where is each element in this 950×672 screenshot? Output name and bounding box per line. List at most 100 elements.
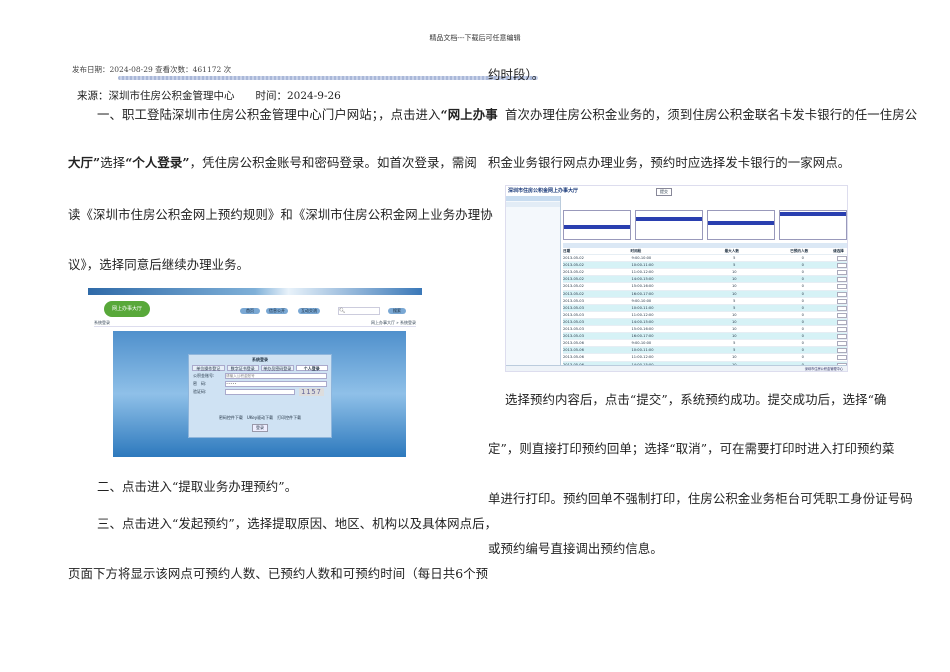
paragraph-1-line-2: 大厅”选择“个人登录”，凭住房公积金账号和密码登录。如首次登录，需阅 — [68, 153, 477, 171]
nav-home: 首页 — [240, 308, 260, 314]
select-checkbox — [837, 327, 847, 333]
breadcrumb: 系统登录 网上办事大厅 » 系统登录 — [94, 320, 416, 327]
table-row: 2013-05-06 11:00-12:00 10 0 — [563, 354, 847, 362]
cell-booked: 0 — [801, 312, 804, 317]
source-line: 来源：深圳市住房公积金管理中心 时间：2024-9-26 — [77, 90, 341, 102]
cell-booked: 0 — [801, 270, 804, 275]
paragraph-5-line-2: 定”，则直接打印预约回单；选择“取消”，可在需要打印时进入打印预约菜 — [488, 441, 895, 456]
cell-booked: 0 — [801, 305, 804, 310]
cell-time: 16:00-17:00 — [631, 334, 654, 339]
sidebar-header — [506, 196, 560, 201]
table-row: 2013-05-02 9:00-10:00 5 0 — [563, 255, 847, 263]
table-header: 日期 时间段 最大人数 已预约人数 请选择 — [563, 248, 847, 256]
table-row: 2013-05-03 9:00-10:00 5 0 — [563, 298, 847, 305]
cell-date: 2013-05-06 — [563, 348, 584, 353]
banner — [88, 288, 422, 295]
paragraph-3-line-3: 约时段）。 — [488, 67, 545, 82]
bold-text: “网上办事 — [440, 107, 498, 122]
table-body: 2013-05-02 9:00-10:00 5 0 2013-05-02 10:00-11… — [563, 255, 847, 371]
cell-time: 11:00-12:00 — [631, 355, 654, 360]
cell-date: 2013-05-06 — [563, 355, 584, 360]
select-checkbox — [837, 355, 847, 361]
cell-max: 5 — [733, 341, 736, 346]
cell-booked: 0 — [801, 341, 804, 346]
label: 公积金账号: — [193, 373, 215, 378]
paragraph-5-line-4: 或预约编号直接调出预约信息。 — [488, 541, 663, 556]
table-row: 2013-05-02 11:00-12:00 10 0 — [563, 269, 847, 277]
paragraph-1-line-4: 议》，选择同意后继续办理业务。 — [68, 257, 250, 272]
cell-time: 11:00-12:00 — [631, 270, 654, 275]
paragraph-5-line-1: 选择预约内容后，点击“提交”，系统预约成功。提交成功后，选择“确 — [505, 392, 887, 407]
cell-booked: 0 — [801, 348, 804, 353]
col-date: 日期 — [563, 249, 571, 253]
login-button: 登录 — [252, 424, 268, 432]
captcha-image: 1157 — [299, 388, 324, 396]
label: 验证码: — [193, 389, 207, 394]
publish-meta: 发布日期：2024-08-29 查看次数：461172 次 — [72, 65, 232, 74]
cell-booked: 0 — [801, 256, 804, 261]
nav-info: 信息公开 — [266, 308, 288, 314]
cell-booked: 0 — [801, 327, 804, 332]
select-checkbox — [837, 298, 847, 304]
downloads: 密码控件下载 UKey驱动下载 打印控件下载 — [218, 415, 302, 420]
cell-booked: 0 — [801, 355, 804, 360]
cell-max: 5 — [733, 263, 736, 268]
divider — [118, 76, 538, 80]
table-row: 2013-05-03 16:00-17:00 10 0 — [563, 333, 847, 341]
select-checkbox — [837, 334, 847, 340]
cell-booked: 0 — [801, 284, 804, 289]
cell-booked: 0 — [801, 263, 804, 268]
bold-text: 大厅” — [68, 155, 101, 170]
cell-date: 2013-05-02 — [563, 284, 584, 289]
account-row: 公积金账号: 请输入公积金账号 — [193, 373, 327, 379]
select-checkbox — [837, 270, 847, 276]
search-icon: 🔍︎ — [338, 307, 380, 315]
cell-time: 10:00-11:00 — [631, 263, 654, 268]
cell-time: 10:00-11:00 — [631, 348, 654, 353]
account-field: 请输入公积金账号 — [225, 373, 327, 379]
table-row: 2013-05-03 10:00-11:00 5 0 — [563, 304, 847, 312]
cell-max: 5 — [733, 348, 736, 353]
cell-max: 10 — [731, 327, 737, 332]
login-box: 系统登录 单位操作登记 数字证书登录 单办员密码登录 个人登录 公积金账号: 请输… — [188, 354, 332, 438]
text: ，凭住房公积金账号和密码登录。如首次登录，需阅 — [189, 155, 477, 170]
bold-text: “个人登录” — [125, 155, 190, 170]
cell-time: 9:00-10:00 — [631, 256, 652, 261]
cell-date: 2013-05-02 — [563, 277, 584, 282]
cell-max: 5 — [733, 305, 736, 310]
selection-lists — [563, 210, 847, 240]
select-checkbox — [837, 312, 847, 318]
booking-main: 日期 时间段 最大人数 已预约人数 请选择 2013-05-02 9:00-10:… — [563, 196, 847, 371]
submit-button: 提交 — [656, 188, 672, 196]
text: 一、职工登陆深圳市住房公积金管理中心门户网站；，点击进入 — [97, 107, 441, 122]
cell-date: 2013-05-03 — [563, 305, 584, 310]
table-row: 2013-05-03 11:00-12:00 10 0 — [563, 312, 847, 319]
cell-date: 2013-05-02 — [563, 263, 584, 268]
col-time: 时间段 — [630, 249, 642, 253]
cell-booked: 0 — [801, 298, 804, 303]
select-checkbox — [837, 319, 847, 325]
cell-max: 10 — [731, 291, 737, 296]
cell-booked: 0 — [801, 334, 804, 339]
tab: 数字证书登录 — [226, 365, 259, 371]
paragraph-4-line-1: 首次办理住房公积金业务的，须到住房公积金联名卡发卡银行的任一住房公 — [505, 107, 918, 122]
cell-time: 16:00-17:00 — [631, 291, 654, 296]
cell-date: 2013-05-02 — [563, 291, 584, 296]
cell-booked: 0 — [801, 291, 804, 296]
app-title: 深圳市住房公积金网上办事大厅 — [508, 188, 579, 194]
cell-max: 10 — [731, 312, 737, 317]
reason-list — [563, 210, 631, 240]
sidebar-tree — [506, 196, 561, 366]
search-button: 搜索 — [388, 308, 406, 314]
login-area: 系统登录 单位操作登记 数字证书登录 单办员密码登录 个人登录 公积金账号: 请输… — [113, 331, 406, 457]
cell-max: 10 — [731, 355, 737, 360]
select-checkbox — [837, 341, 847, 347]
cell-date: 2013-05-03 — [563, 312, 584, 317]
password-field: ••••• — [225, 381, 327, 387]
cell-time: 14:00-15:00 — [631, 319, 654, 324]
cell-date: 2013-05-02 — [563, 256, 584, 261]
cell-time: 14:00-15:00 — [631, 277, 654, 282]
select-checkbox — [837, 263, 847, 269]
cell-max: 10 — [731, 277, 737, 282]
nav-interact: 互动交流 — [298, 308, 320, 314]
